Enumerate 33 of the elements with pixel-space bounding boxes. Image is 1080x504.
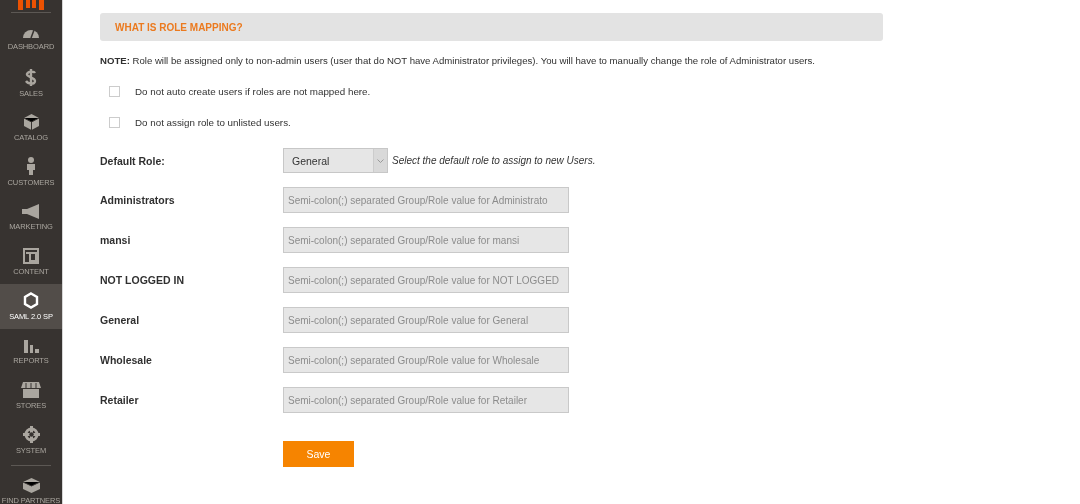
hexagon-icon: [23, 291, 39, 309]
note-text: NOTE: Role will be assigned only to non-admin users (user that do NOT have Administrator privileges). You will have to manually change the role of Administrator users.: [100, 55, 816, 66]
storefront-icon: [21, 381, 41, 398]
megaphone-icon: [22, 203, 40, 219]
box-icon: [22, 477, 40, 493]
box-icon: [23, 113, 39, 130]
hint-text: Select the default role to assign to new Users.: [392, 155, 596, 166]
checkbox-label: Do not auto create users if roles are not mapped here.: [135, 86, 371, 97]
input-field[interactable]: Semi-colon(;) separated Group/Role value for NOT LOGGED: [283, 267, 569, 293]
input-field[interactable]: Semi-colon(;) separated Group/Role value for Retailer: [283, 387, 569, 413]
role-dropdown[interactable]: General: [283, 148, 388, 173]
field-label: Wholesale: [100, 354, 153, 366]
input-field[interactable]: Semi-colon(;) separated Group/Role value for General: [283, 307, 569, 333]
person-icon: [26, 157, 36, 176]
dollar-icon: [25, 68, 37, 86]
field-label: Default Role:: [100, 154, 166, 167]
checkbox[interactable]: [109, 86, 120, 97]
field-label: General: [100, 314, 141, 326]
checkbox[interactable]: [109, 117, 120, 128]
section-title: WHAT IS ROLE MAPPING?: [115, 21, 243, 33]
field-label: Administrators: [100, 194, 176, 206]
input-field[interactable]: Semi-colon(;) separated Group/Role value for Wholesale: [283, 347, 569, 373]
checkbox-label: Do not assign role to unlisted users.: [135, 117, 291, 128]
logo-icon[interactable]: [18, 0, 44, 10]
gear-icon: [22, 426, 40, 444]
bar-chart-icon: [23, 337, 39, 354]
field-label: NOT LOGGED IN: [100, 274, 185, 286]
field-label: mansi: [100, 234, 132, 246]
input-field[interactable]: Semi-colon(;) separated Group/Role value for Administrato: [283, 187, 569, 213]
layout-icon: [23, 247, 39, 264]
chevron-down-icon: [377, 158, 384, 163]
input-field[interactable]: Semi-colon(;) separated Group/Role value for mansi: [283, 227, 569, 253]
field-label: Retailer: [100, 394, 140, 406]
